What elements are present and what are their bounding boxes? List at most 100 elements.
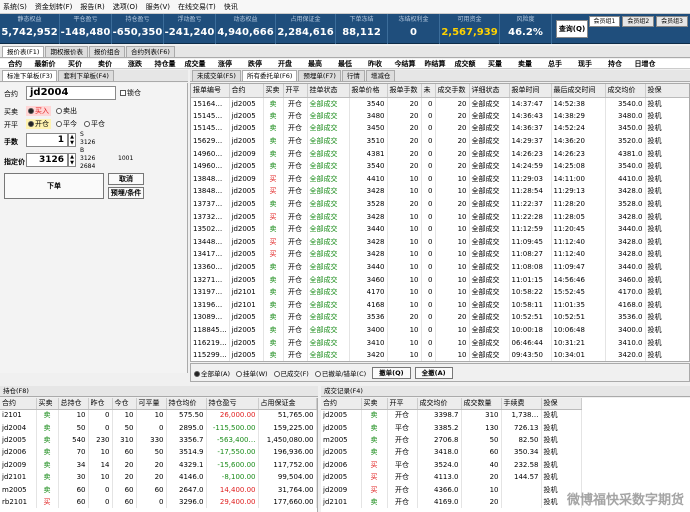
table-cell: jd2101 [321,495,362,509]
table-row[interactable]: 14960… jd2009 卖开仓 全部成交 4381 20 0 20 全部成交 14:26:23… [191,147,689,160]
table-row[interactable]: rb2101 买 60 0 60 0 3296.0 29,400.00 177,660.00 [0,495,317,509]
table-row[interactable]: jd2005 卖平仓 3385.2 130 726.13 投机 [321,421,582,434]
table-row[interactable]: 114702…jd2005卖开仓全部成交340010010全部成交09:42:0… [191,361,689,362]
menu-news[interactable]: 快讯 [224,2,238,12]
table-cell: 开仓 [283,248,308,261]
cancel-order-button[interactable]: 撤单(Q) [372,366,411,379]
filter-all[interactable]: 全部单(A) [194,368,230,378]
table-row[interactable]: 15629… jd2005 卖开仓 全部成交 3510 20 0 20 全部成交 14:29:37… [191,134,689,148]
table-row[interactable]: jd2004 卖 50 0 50 0 2895.0 -115,500.00 159,225.00 [0,421,317,434]
cancel-button[interactable]: 取消 [108,173,144,185]
contract-input[interactable]: jd2004 [26,86,116,100]
table-row[interactable]: 116219… jd2005 卖开仓 全部成交 3410 10 0 10 全部成交 06:46:4… [191,336,689,349]
group-1-button[interactable]: 会员组1 [588,16,621,27]
table-cell: 3400.0 [605,323,646,337]
condition-order-button[interactable]: 预埋/条件 [108,187,144,199]
table-row[interactable]: 13089… jd2005 卖开仓 全部成交 3536 20 0 20 全部成交 10:52:51… [191,311,689,324]
table-row[interactable]: 13732… jd2005 买开仓 全部成交 3428 10 0 10 全部成交 11:22:28… [191,210,689,223]
price-input[interactable]: 3126 [26,153,68,167]
menu-service[interactable]: 服务(V) [146,2,170,12]
open-radio[interactable]: 开仓 [26,119,51,129]
qty-spinner[interactable]: ▲ ▼ [68,133,76,147]
table-row[interactable]: jd2009 买开仓 4366.0 10 投机 [321,483,582,496]
tab-increase[interactable]: 增减仓 [365,70,396,81]
table-row[interactable]: 13848… jd2009 买开仓 全部成交 4410 10 0 10 全部成交 11:29:03… [191,172,689,186]
table-cell: 11:28:20 [551,197,606,211]
table-cell: 全部成交 [469,109,510,123]
table-row[interactable]: m2005 卖 60 0 60 60 2647.0 14,400.00 31,764.00 [0,483,317,496]
submit-order-button[interactable]: 下单 [4,173,104,199]
table-row[interactable]: 14960… jd2005 卖开仓 全部成交 3540 20 0 20 全部成交 14:24:59… [191,159,689,173]
table-row[interactable]: 15145… jd2005 卖开仓 全部成交 3480 20 0 20 全部成交 14:36:43… [191,109,689,123]
table-cell: 3410 [349,336,388,349]
table-row[interactable]: i2101 卖 10 0 10 10 575.50 26,000.00 51,765.00 [0,409,317,422]
table-cell: 10:58:11 [509,298,552,312]
table-cell: 3428 [349,248,388,261]
lock-checkbox[interactable]: 锁仓 [120,88,141,98]
table-cell: 13848… [191,172,230,186]
close-radio[interactable]: 平仓 [84,119,105,129]
column-header: 可平量 [136,398,167,410]
filter-cancelled[interactable]: 已撤单/错单(C) [314,368,366,378]
tab-quote-group[interactable]: 报价组合 [88,46,125,57]
group-2-button[interactable]: 会员组2 [622,16,655,27]
tab-option-quote[interactable]: 期权报价表 [45,46,88,57]
table-cell: 卖 [263,285,284,299]
close-today-label: 平今 [63,120,77,128]
table-row[interactable]: jd2006 买平仓 3524.0 40 232.58 投机 [321,458,582,471]
close-today-radio[interactable]: 平今 [56,119,77,129]
table-row[interactable]: jd2101 卖 30 10 20 20 4146.0 -8,100.00 99,504.00 [0,470,317,484]
table-cell: 0 [421,260,436,274]
tab-open-orders[interactable]: 未成交单(F5) [192,70,241,81]
tab-arbitrage-order[interactable]: 套利下单板(F4) [58,70,114,81]
menu-system[interactable]: 系统(S) [3,2,27,12]
deals-title: 成交记录(F4) [321,386,690,397]
tab-market[interactable]: 行情 [341,70,365,81]
market-header-cell: 现手 [578,60,592,68]
sell-radio[interactable]: 卖出 [56,106,77,116]
table-row[interactable]: jd2009 卖 34 14 20 20 4329.1 -15,600.00 117,752.0… [0,458,317,471]
buy-radio[interactable]: 买入 [26,106,51,116]
table-row[interactable]: 13417… jd2005 买开仓 全部成交 3428 10 0 10 全部成交 11:08:27… [191,248,689,261]
tab-all-orders[interactable]: 所有委托单(F6) [241,70,298,81]
group-3-button[interactable]: 会员组3 [656,16,688,27]
table-row[interactable]: 13848… jd2005 买开仓 全部成交 3428 10 0 10 全部成交 11:28:54… [191,185,689,198]
table-cell: 投机 [645,273,689,286]
table-row[interactable]: jd2101 卖开仓 4169.0 20 投机 [321,495,582,509]
tab-quote-table[interactable]: 报价表(F1) [2,46,45,57]
table-cell: 2706.8 [417,433,462,447]
table-row[interactable]: 13502… jd2005 卖开仓 全部成交 3440 10 0 10 全部成交 11:12:59… [191,222,689,236]
filter-pending[interactable]: 挂单(W) [236,368,268,378]
menu-online-trade[interactable]: 在线交易(T) [178,2,216,12]
table-row[interactable]: jd2006 卖 70 10 60 50 3514.9 -17,550.00 196,936.0… [0,446,317,459]
deals-panel: 合约 买卖 开平 成交均价 成交数量 手续费 投保 jd2005 卖开仓 3398.7 310 1,… [321,398,690,512]
menu-report[interactable]: 报告(R) [80,2,104,12]
table-row[interactable]: 13737… jd2005 卖开仓 全部成交 3528 20 0 20 全部成交 11:22:37… [191,197,689,211]
tab-standard-order[interactable]: 标准下单板(F3) [2,70,58,81]
cancel-all-button[interactable]: 全撤(A) [414,366,453,379]
tab-contract-list[interactable]: 合约列表(F6) [125,46,175,57]
table-row[interactable]: 118845… jd2005 卖开仓 全部成交 3400 10 0 10 全部成交 10:00:1… [191,323,689,337]
table-row[interactable]: 13197… jd2101 卖开仓 全部成交 4170 10 0 10 全部成交 10:58:22… [191,285,689,299]
menu-transfer[interactable]: 资金划转(F) [35,2,73,12]
table-row[interactable]: jd2005 买开仓 4113.0 20 144.57 投机 [321,470,582,484]
filter-filled[interactable]: 已成交(F) [273,368,309,378]
table-row[interactable]: 15164… jd2005 卖开仓 全部成交 3540 20 0 20 全部成交 14:37:47… [191,97,689,110]
table-row[interactable]: 13271… jd2005 卖开仓 全部成交 3460 10 0 10 全部成交 11:01:15… [191,273,689,286]
qty-input[interactable]: 1 [26,133,68,147]
table-row[interactable]: 13196… jd2101 卖开仓 全部成交 4168 10 0 10 全部成交 10:58:11… [191,298,689,312]
table-cell: 全部成交 [469,147,510,160]
table-row[interactable]: jd2005 卖开仓 3398.7 310 1,738… 投机 [321,409,582,422]
table-cell: 3420 [349,348,388,361]
query-button[interactable]: 查询(Q) [556,20,588,38]
table-row[interactable]: m2005 卖开仓 2706.8 50 82.50 投机 [321,433,582,447]
table-row[interactable]: 15145… jd2005 卖开仓 全部成交 3450 20 0 20 全部成交 14:36:37… [191,122,689,135]
table-row[interactable]: jd2005 卖 540 230 310 330 3356.7 -563,400… 1,450,… [0,433,317,447]
tab-preset-orders[interactable]: 预埋单(F7) [298,70,341,81]
menu-options[interactable]: 选项(O) [113,2,138,12]
price-spinner[interactable]: ▲ ▼ [68,153,76,167]
table-row[interactable]: 13360… jd2005 卖开仓 全部成交 3440 10 0 10 全部成交 11:08:08… [191,260,689,274]
table-row[interactable]: 115299… jd2005 卖开仓 全部成交 3420 10 0 10 全部成交 09:43:5… [191,348,689,361]
table-row[interactable]: 13448… jd2005 买开仓 全部成交 3428 10 0 10 全部成交 11:09:45… [191,235,689,249]
table-row[interactable]: jd2005 卖开仓 3418.0 60 350.34 投机 [321,446,582,459]
